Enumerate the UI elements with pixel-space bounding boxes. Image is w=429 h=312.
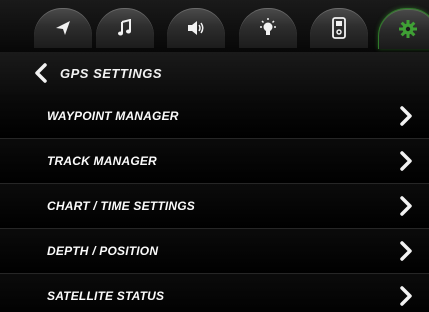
menu-item-label: SATELLITE STATUS: [47, 289, 165, 303]
tab-music[interactable]: [96, 8, 154, 48]
menu-item-waypoint-manager[interactable]: WAYPOINT MANAGER: [0, 94, 429, 139]
menu-item-depth-position[interactable]: DEPTH / POSITION: [0, 229, 429, 274]
chevron-right-icon: [400, 196, 412, 216]
top-tab-bar: [0, 0, 429, 52]
chevron-right-icon: [400, 106, 412, 126]
page-header: GPS SETTINGS: [0, 52, 429, 95]
menu-item-chart-time-settings[interactable]: CHART / TIME SETTINGS: [0, 184, 429, 229]
settings-menu: WAYPOINT MANAGER TRACK MANAGER CHART / T…: [0, 94, 429, 312]
speaker-icon: [188, 21, 204, 35]
chevron-right-icon: [400, 286, 412, 306]
menu-item-label: WAYPOINT MANAGER: [47, 109, 179, 123]
music-note-icon: [118, 19, 131, 36]
light-bulb-icon: [260, 18, 276, 35]
chevron-left-icon[interactable]: [34, 63, 48, 83]
chevron-right-icon: [400, 151, 412, 171]
gps-settings-screen: GPS SETTINGS WAYPOINT MANAGER TRACK MANA…: [0, 0, 429, 312]
menu-item-satellite-status[interactable]: SATELLITE STATUS: [0, 274, 429, 312]
menu-item-label: CHART / TIME SETTINGS: [47, 199, 195, 213]
remote-device-icon: [332, 17, 346, 39]
tab-settings[interactable]: [378, 8, 429, 49]
navigation-arrow-icon: [56, 21, 70, 35]
menu-item-track-manager[interactable]: TRACK MANAGER: [0, 139, 429, 184]
menu-item-label: DEPTH / POSITION: [47, 244, 159, 258]
page-title: GPS SETTINGS: [60, 65, 163, 81]
menu-item-label: TRACK MANAGER: [47, 154, 157, 168]
tab-audio[interactable]: [167, 8, 225, 48]
tab-lighting[interactable]: [239, 8, 297, 48]
tab-remote[interactable]: [310, 8, 368, 48]
gear-icon: [399, 20, 417, 38]
chevron-right-icon: [400, 241, 412, 261]
tab-navigation[interactable]: [34, 8, 92, 48]
